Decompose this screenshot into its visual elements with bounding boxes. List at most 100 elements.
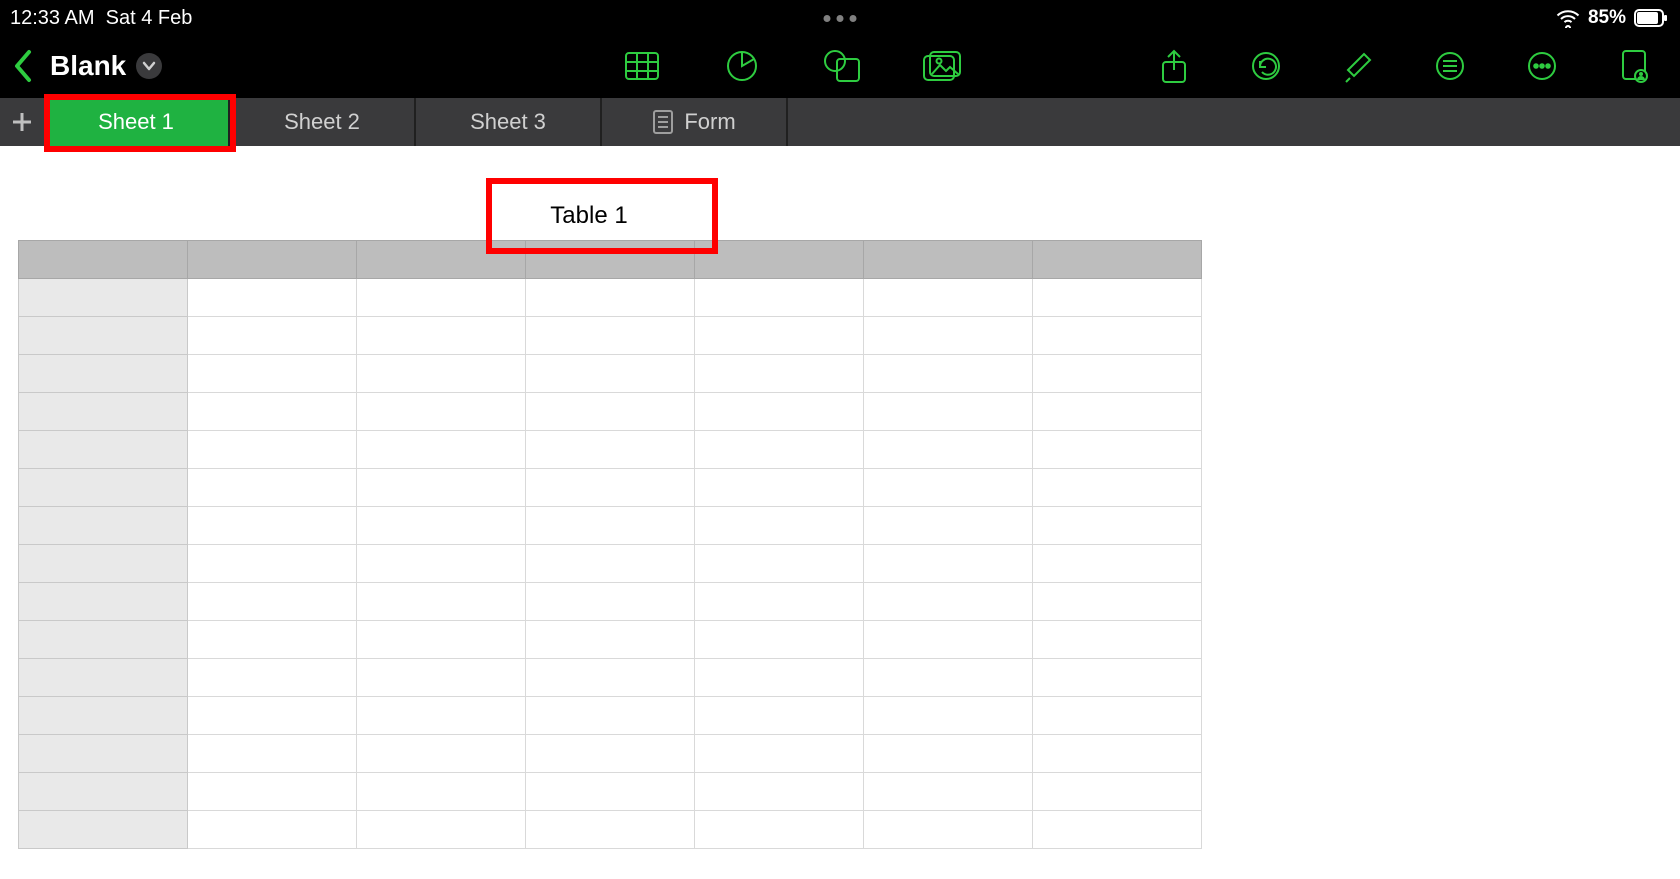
cell[interactable]	[864, 697, 1033, 735]
cell[interactable]	[357, 545, 526, 583]
cell[interactable]	[864, 317, 1033, 355]
spreadsheet-table[interactable]	[18, 240, 1202, 849]
cell[interactable]	[695, 773, 864, 811]
tab-form[interactable]: Form	[602, 98, 788, 146]
cell[interactable]	[695, 811, 864, 849]
cell[interactable]	[1033, 431, 1202, 469]
cell[interactable]	[188, 545, 357, 583]
row-header[interactable]	[19, 431, 188, 469]
row-header[interactable]	[19, 773, 188, 811]
tab-sheet-1[interactable]: Sheet 1	[44, 98, 230, 146]
organize-button[interactable]	[1428, 44, 1472, 88]
cell[interactable]	[357, 735, 526, 773]
chevron-down-icon[interactable]	[136, 53, 162, 79]
cell[interactable]	[864, 621, 1033, 659]
tab-sheet-2[interactable]: Sheet 2	[230, 98, 416, 146]
cell[interactable]	[188, 735, 357, 773]
cell[interactable]	[864, 279, 1033, 317]
row-header[interactable]	[19, 507, 188, 545]
cell[interactable]	[695, 317, 864, 355]
insert-chart-button[interactable]	[720, 44, 764, 88]
cell[interactable]	[695, 697, 864, 735]
cell[interactable]	[188, 431, 357, 469]
cell[interactable]	[1033, 355, 1202, 393]
table-title[interactable]: Table 1	[0, 202, 1178, 230]
document-title[interactable]: Blank	[50, 50, 162, 82]
cell[interactable]	[188, 469, 357, 507]
cell[interactable]	[357, 773, 526, 811]
cell[interactable]	[695, 621, 864, 659]
cell[interactable]	[188, 697, 357, 735]
cell[interactable]	[695, 507, 864, 545]
cell[interactable]	[526, 735, 695, 773]
cell[interactable]	[357, 507, 526, 545]
cell[interactable]	[864, 393, 1033, 431]
tab-sheet-3[interactable]: Sheet 3	[416, 98, 602, 146]
cell[interactable]	[526, 279, 695, 317]
column-header[interactable]	[695, 241, 864, 279]
cell[interactable]	[864, 431, 1033, 469]
cell[interactable]	[188, 393, 357, 431]
cell[interactable]	[188, 811, 357, 849]
cell[interactable]	[526, 431, 695, 469]
cell[interactable]	[526, 545, 695, 583]
cell[interactable]	[864, 469, 1033, 507]
insert-media-button[interactable]	[920, 44, 964, 88]
cell[interactable]	[357, 659, 526, 697]
cell[interactable]	[864, 545, 1033, 583]
cell[interactable]	[1033, 583, 1202, 621]
cell[interactable]	[526, 811, 695, 849]
cell[interactable]	[188, 659, 357, 697]
column-header[interactable]	[188, 241, 357, 279]
cell[interactable]	[864, 355, 1033, 393]
cell[interactable]	[695, 583, 864, 621]
cell[interactable]	[695, 355, 864, 393]
insert-shape-button[interactable]	[820, 44, 864, 88]
format-button[interactable]	[1336, 44, 1380, 88]
cell[interactable]	[864, 735, 1033, 773]
cell[interactable]	[526, 697, 695, 735]
cell[interactable]	[1033, 545, 1202, 583]
share-button[interactable]	[1152, 44, 1196, 88]
cell[interactable]	[695, 469, 864, 507]
cell[interactable]	[357, 393, 526, 431]
cell[interactable]	[357, 469, 526, 507]
row-header[interactable]	[19, 393, 188, 431]
cell[interactable]	[357, 279, 526, 317]
undo-button[interactable]	[1244, 44, 1288, 88]
cell[interactable]	[695, 659, 864, 697]
cell[interactable]	[864, 811, 1033, 849]
cell[interactable]	[526, 393, 695, 431]
row-header[interactable]	[19, 545, 188, 583]
cell[interactable]	[1033, 773, 1202, 811]
cell[interactable]	[188, 279, 357, 317]
cell[interactable]	[1033, 811, 1202, 849]
cell[interactable]	[526, 659, 695, 697]
cell[interactable]	[526, 583, 695, 621]
cell[interactable]	[1033, 621, 1202, 659]
column-header[interactable]	[864, 241, 1033, 279]
cell[interactable]	[695, 431, 864, 469]
cell[interactable]	[357, 811, 526, 849]
cell[interactable]	[357, 355, 526, 393]
cell[interactable]	[357, 431, 526, 469]
add-sheet-button[interactable]	[0, 98, 44, 146]
cell[interactable]	[357, 583, 526, 621]
column-header[interactable]	[357, 241, 526, 279]
cell[interactable]	[526, 621, 695, 659]
row-header[interactable]	[19, 735, 188, 773]
cell[interactable]	[526, 355, 695, 393]
cell[interactable]	[1033, 507, 1202, 545]
cell[interactable]	[188, 317, 357, 355]
cell[interactable]	[1033, 735, 1202, 773]
cell[interactable]	[188, 621, 357, 659]
row-header[interactable]	[19, 811, 188, 849]
cell[interactable]	[695, 545, 864, 583]
cell[interactable]	[1033, 659, 1202, 697]
spreadsheet-canvas[interactable]: Table 1	[0, 146, 1680, 879]
collaborate-button[interactable]	[1612, 44, 1656, 88]
column-header[interactable]	[526, 241, 695, 279]
cell[interactable]	[1033, 697, 1202, 735]
cell[interactable]	[526, 507, 695, 545]
cell[interactable]	[864, 659, 1033, 697]
